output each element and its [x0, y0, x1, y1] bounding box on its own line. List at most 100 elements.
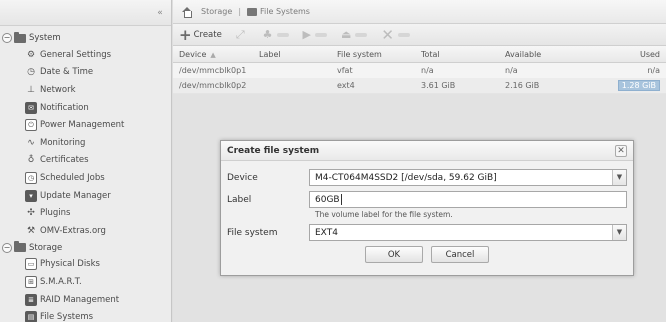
- cell-total: n/a: [421, 66, 434, 75]
- create-button[interactable]: + Create: [179, 25, 222, 44]
- disabled-label-placeholder: [397, 32, 410, 37]
- cell-file-system: ext4: [337, 81, 355, 90]
- column-header-used[interactable]: Used: [583, 50, 666, 59]
- download-icon: ▾: [25, 189, 37, 202]
- play-icon: ▶: [302, 28, 311, 41]
- label-input[interactable]: 60GB: [309, 191, 627, 208]
- tree-group-system[interactable]: − System: [0, 30, 171, 46]
- sidebar-item-power-management[interactable]: ⏻ Power Management: [0, 116, 171, 134]
- sidebar-item-update-manager[interactable]: ▾ Update Manager: [0, 187, 171, 205]
- column-header-total[interactable]: Total: [415, 50, 499, 59]
- sidebar-item-label: Power Management: [40, 120, 125, 131]
- create-button-label: Create: [193, 29, 222, 40]
- sidebar-item-label: Date & Time: [40, 67, 94, 78]
- sidebar-item-smart[interactable]: ⊞ S.M.A.R.T.: [0, 273, 171, 291]
- cell-device: /dev/mmcblk0p1: [179, 66, 247, 75]
- label-hint: The volume label for the file system.: [315, 210, 453, 219]
- column-header-label[interactable]: Label: [253, 50, 331, 59]
- disk-icon: ▭: [25, 258, 37, 271]
- collapse-toggle-icon[interactable]: −: [2, 242, 12, 253]
- dialog-title: Create file system: [227, 145, 320, 156]
- app-window: « − System ⚙ General Settings ◷ Date & T…: [0, 0, 666, 322]
- file-system-select[interactable]: EXT4 ▼: [309, 224, 627, 241]
- column-header-device[interactable]: Device ▲: [173, 50, 253, 59]
- sidebar: « − System ⚙ General Settings ◷ Date & T…: [0, 0, 172, 322]
- sidebar-item-network[interactable]: ⊥ Network: [0, 81, 171, 99]
- disabled-label-placeholder: [276, 32, 289, 37]
- sidebar-item-label: Network: [40, 84, 76, 95]
- wrench-icon: ⚒: [26, 225, 36, 236]
- ok-button[interactable]: OK: [365, 246, 423, 263]
- sidebar-item-label: OMV-Extras.org: [40, 225, 106, 236]
- sidebar-item-date-time[interactable]: ◷ Date & Time: [0, 64, 171, 82]
- quota-button[interactable]: ♣: [263, 28, 289, 41]
- double-chevron-left-icon[interactable]: «: [155, 8, 165, 18]
- sidebar-item-label: Certificates: [40, 155, 89, 166]
- cell-available: n/a: [505, 66, 518, 75]
- smart-icon: ⊞: [25, 275, 37, 288]
- breadcrumb: Storage | File Systems: [173, 0, 666, 24]
- dialog-actions: OK Cancel: [227, 246, 627, 263]
- column-header-file-system[interactable]: File system: [331, 50, 415, 59]
- cell-device: /dev/mmcblk0p2: [179, 81, 247, 90]
- sidebar-item-label: Plugins: [40, 208, 71, 219]
- column-header-available[interactable]: Available: [499, 50, 583, 59]
- sidebar-item-plugins[interactable]: ✣ Plugins: [0, 204, 171, 222]
- plus-icon: +: [179, 25, 192, 44]
- sidebar-item-label: File Systems: [40, 312, 94, 322]
- resize-button[interactable]: ⤢: [236, 28, 249, 42]
- delete-button[interactable]: ✕: [381, 26, 410, 44]
- chart-icon: ∿: [27, 137, 35, 148]
- chevron-down-icon[interactable]: ▼: [612, 225, 626, 240]
- gear-icon: ⚙: [26, 49, 36, 60]
- breadcrumb-item-file-systems[interactable]: File Systems: [260, 7, 310, 16]
- cell-file-system: vfat: [337, 66, 353, 75]
- label-label: Label: [227, 194, 252, 205]
- sidebar-item-general-settings[interactable]: ⚙ General Settings: [0, 46, 171, 64]
- collapse-toggle-icon[interactable]: −: [2, 33, 12, 43]
- power-icon: ⏻: [25, 119, 37, 132]
- home-icon[interactable]: [181, 6, 193, 18]
- folder-icon: [247, 7, 258, 16]
- clock-icon: ◷: [25, 171, 37, 184]
- mail-icon: ✉: [25, 101, 37, 114]
- cell-used: 1.28 GiB: [583, 80, 666, 91]
- sidebar-item-physical-disks[interactable]: ▭ Physical Disks: [0, 256, 171, 274]
- mount-button[interactable]: ▶: [303, 28, 327, 41]
- tree-group-storage[interactable]: − Storage: [0, 240, 171, 256]
- dialog-body: Device M4-CT064M4SSD2 [/dev/sda, 59.62 G…: [221, 161, 633, 263]
- sidebar-item-label: Scheduled Jobs: [40, 172, 105, 183]
- sidebar-item-file-systems[interactable]: ▤ File Systems: [0, 308, 171, 322]
- breadcrumb-item-storage[interactable]: Storage: [201, 7, 232, 16]
- sidebar-item-label: Monitoring: [40, 137, 86, 148]
- table-row[interactable]: /dev/mmcblk0p1 vfat n/a n/a n/a: [173, 63, 666, 78]
- sidebar-item-label: RAID Management: [40, 294, 120, 305]
- file-system-select-value: EXT4: [315, 227, 338, 238]
- device-select[interactable]: M4-CT064M4SSD2 [/dev/sda, 59.62 GiB] ▼: [309, 169, 627, 186]
- sidebar-item-label: S.M.A.R.T.: [40, 276, 82, 287]
- close-icon[interactable]: ✕: [615, 144, 627, 157]
- toolbar: + Create ⤢ ♣ ▶ ⏏ ✕: [173, 24, 666, 46]
- table-row[interactable]: /dev/mmcblk0p2 ext4 3.61 GiB 2.16 GiB 1.…: [173, 78, 666, 93]
- users-icon: ♣: [262, 28, 273, 41]
- sidebar-item-notification[interactable]: ✉ Notification: [0, 99, 171, 117]
- chevron-down-icon[interactable]: ▼: [612, 170, 626, 185]
- sidebar-item-monitoring[interactable]: ∿ Monitoring: [0, 134, 171, 152]
- device-select-value: M4-CT064M4SSD2 [/dev/sda, 59.62 GiB]: [315, 172, 497, 183]
- tree-group-label: System: [29, 33, 61, 43]
- file-system-label: File system: [227, 227, 278, 238]
- cancel-button[interactable]: Cancel: [431, 246, 489, 263]
- close-icon: ✕: [381, 25, 394, 44]
- label-input-value: 60GB: [315, 194, 340, 205]
- sidebar-item-omv-extras[interactable]: ⚒ OMV-Extras.org: [0, 222, 171, 240]
- create-file-system-dialog: Create file system ✕ Device M4-CT064M4SS…: [220, 140, 634, 276]
- device-label: Device: [227, 172, 258, 183]
- disabled-label-placeholder: [355, 32, 368, 37]
- sidebar-item-label: Notification: [40, 102, 89, 113]
- sidebar-item-raid-management[interactable]: ≣ RAID Management: [0, 291, 171, 309]
- unmount-button[interactable]: ⏏: [341, 28, 368, 41]
- sidebar-item-certificates[interactable]: ♁ Certificates: [0, 152, 171, 170]
- form-row-label: Label 60GB: [227, 191, 627, 208]
- sidebar-item-scheduled-jobs[interactable]: ◷ Scheduled Jobs: [0, 169, 171, 187]
- filesystem-icon: ▤: [25, 311, 37, 322]
